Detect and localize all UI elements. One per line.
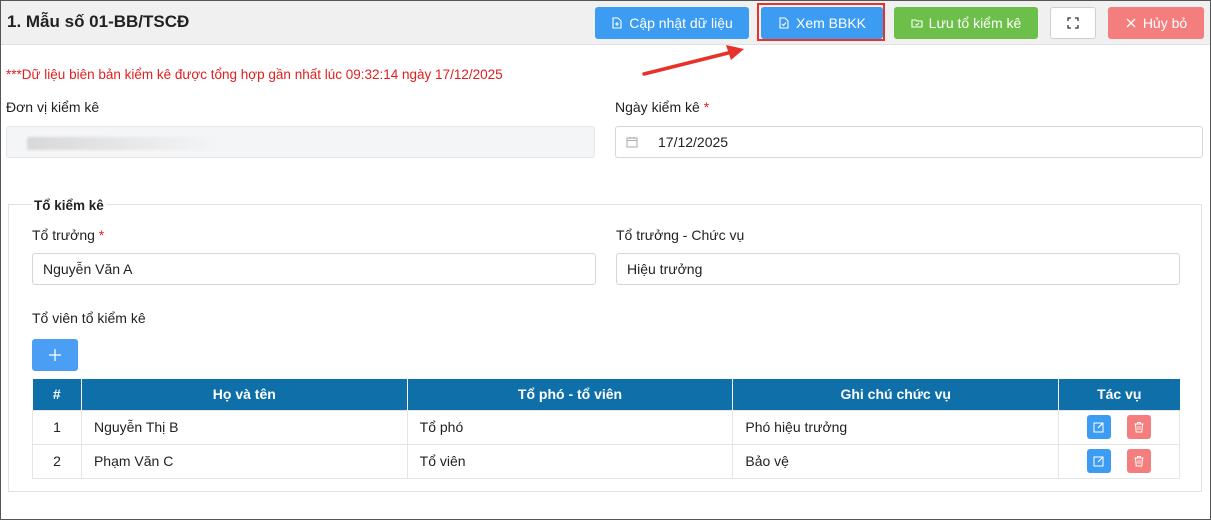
required-mark: * [703,99,710,115]
row-name: Phạm Văn C [80,443,408,479]
cancel-label: Hủy bỏ [1142,15,1188,31]
row-name: Nguyễn Thị B [80,409,408,445]
row-actions [1058,443,1180,479]
leader-position-label: Tổ trưởng - Chức vụ [616,227,745,243]
leader-position-input[interactable]: Hiệu trưởng [616,253,1180,285]
team-legend: Tổ kiểm kê [32,198,106,213]
leader-label-text: Tổ trưởng [32,227,95,243]
header-bar: 1. Mẫu số 01-BB/TSCĐ Cập nhật dữ liệu Xe… [1,1,1210,45]
members-label: Tổ viên tổ kiểm kê [32,310,146,326]
col-note: Ghi chú chức vụ [732,379,1060,410]
col-index: # [32,379,82,410]
date-field[interactable]: 17/12/2025 [615,126,1203,158]
add-member-button[interactable] [32,339,78,371]
save-team-button[interactable]: Lưu tổ kiểm kê [894,7,1038,39]
trash-icon [1134,456,1144,467]
unit-field [6,126,595,158]
fullscreen-button[interactable] [1050,7,1096,39]
update-data-button[interactable]: Cập nhật dữ liệu [595,7,749,39]
highlight-box [757,3,885,41]
folder-icon [911,19,923,28]
date-label: Ngày kiểm kê * [615,99,709,115]
expand-icon [1067,17,1079,29]
table-row: 1 Nguyễn Thị B Tổ phó Phó hiệu trưởng [32,409,1180,445]
page-title: 1. Mẫu số 01-BB/TSCĐ [7,12,190,31]
delete-button[interactable] [1126,415,1151,439]
plus-icon [49,349,61,361]
required-mark: * [98,227,105,243]
edit-button[interactable] [1087,449,1112,473]
table-header-row: # Họ và tên Tổ phó - tổ viên Ghi chú chứ… [32,379,1180,410]
date-label-text: Ngày kiểm kê [615,99,700,115]
row-role: Tổ phó [406,409,734,445]
close-icon [1126,18,1136,28]
unit-label: Đơn vị kiểm kê [6,99,100,115]
row-index: 2 [32,443,82,479]
annotation-arrow [642,45,744,76]
row-note: Bảo vệ [732,443,1060,479]
edit-icon [1093,456,1104,467]
date-value: 17/12/2025 [658,134,729,150]
row-note: Phó hiệu trưởng [732,409,1060,445]
update-data-label: Cập nhật dữ liệu [629,15,733,31]
file-icon [612,17,622,29]
save-team-label: Lưu tổ kiểm kê [928,15,1022,31]
delete-button[interactable] [1126,449,1151,473]
leader-label: Tổ trưởng * [32,227,104,243]
row-role: Tổ viên [406,443,734,479]
cancel-button[interactable]: Hủy bỏ [1108,7,1204,39]
leader-input[interactable]: Nguyễn Văn A [32,253,596,285]
row-index: 1 [32,409,82,445]
trash-icon [1134,422,1144,433]
edit-button[interactable] [1087,415,1112,439]
members-table: # Họ và tên Tổ phó - tổ viên Ghi chú chứ… [32,379,1180,479]
calendar-icon [626,137,638,148]
col-role: Tổ phó - tổ viên [407,379,734,410]
redacted-value [27,137,217,150]
sync-notice: ***Dữ liệu biên bản kiểm kê được tổng hợ… [6,67,503,82]
col-name: Họ và tên [81,379,408,410]
table-row: 2 Phạm Văn C Tổ viên Bảo vệ [32,443,1180,479]
edit-icon [1093,422,1104,433]
col-actions: Tác vụ [1058,379,1180,410]
row-actions [1058,409,1180,445]
